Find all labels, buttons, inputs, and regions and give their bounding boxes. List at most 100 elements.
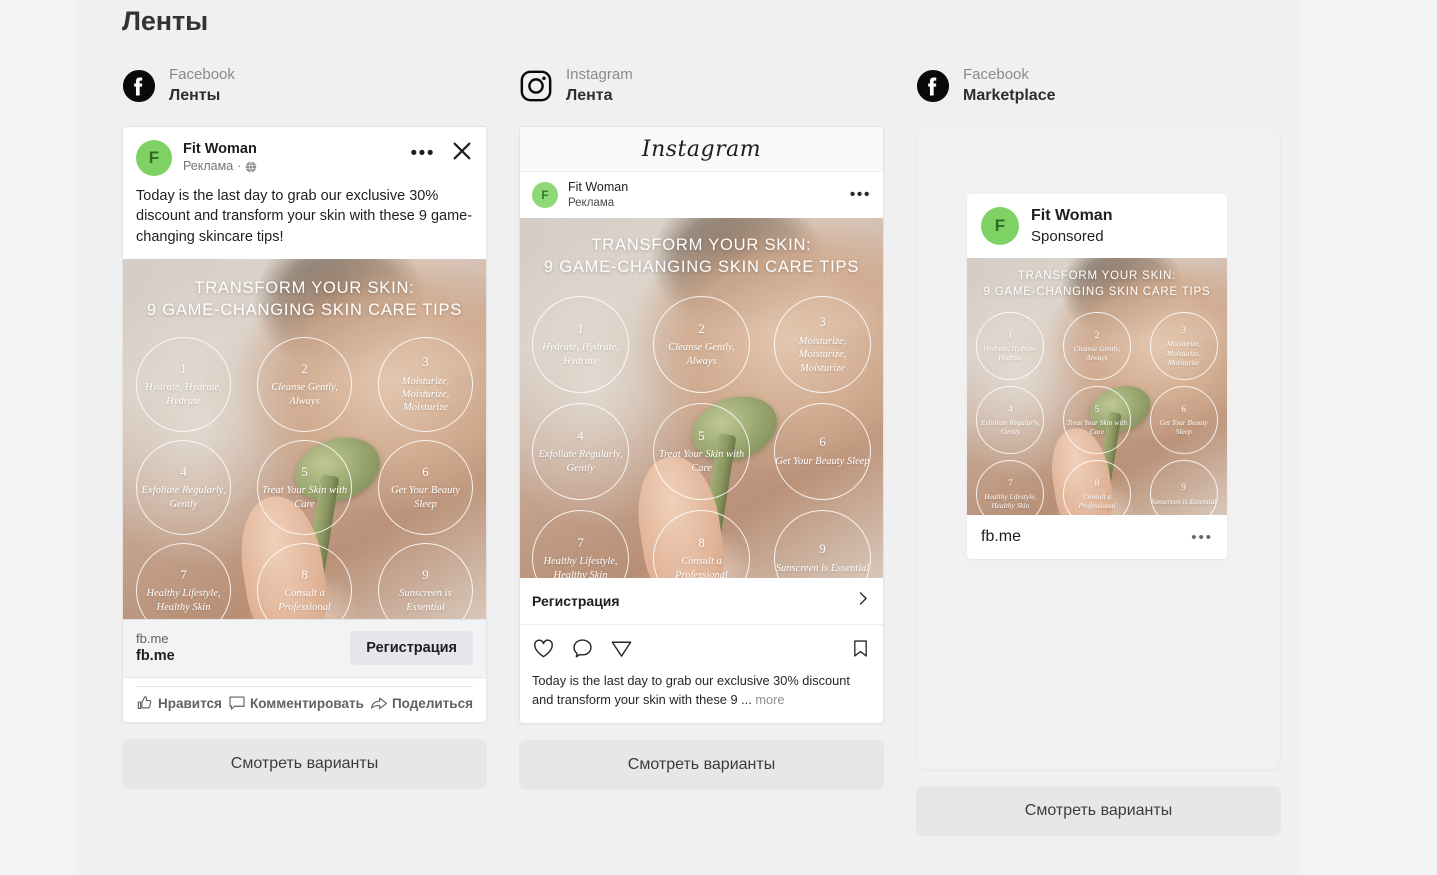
tip-number: 6 bbox=[1181, 404, 1187, 415]
ad-primary-text: Today is the last day to grab our exclus… bbox=[136, 188, 473, 245]
tip-number: 6 bbox=[422, 463, 429, 479]
bookmark-icon[interactable] bbox=[850, 638, 871, 664]
creative-title-line1: TRANSFORM YOUR SKIN: bbox=[194, 278, 415, 297]
preview-content: Ленты Facebook Ленты F Fit Woman Реклама… bbox=[76, 0, 1301, 875]
tip-number: 3 bbox=[1181, 326, 1187, 337]
tip-text: Sunscreen is Essential bbox=[399, 588, 452, 613]
tip-text: Treat Your Skin with Care bbox=[658, 449, 745, 474]
tip-number: 8 bbox=[698, 534, 705, 550]
ad-link-bar: fb.me fb.me Регистрация bbox=[123, 618, 486, 678]
share-paper-plane-icon[interactable] bbox=[610, 637, 633, 665]
see-variants-button-facebook-marketplace[interactable]: Смотреть варианты bbox=[916, 786, 1281, 836]
tip-text: Moisturize, Moisturize, Moisturize bbox=[401, 375, 450, 414]
tip-text: Hydrate, Hydrate, Hydrate bbox=[145, 382, 222, 407]
advertiser-name: Fit Woman bbox=[1031, 207, 1113, 224]
tip-number: 9 bbox=[819, 541, 826, 557]
tip-text: Hydrate, Hydrate, Hydrate bbox=[983, 343, 1038, 363]
advertiser-name: Fit Woman bbox=[568, 180, 629, 194]
tip-number: 2 bbox=[1094, 330, 1100, 341]
chevron-right-icon[interactable] bbox=[854, 590, 871, 612]
creative-title-line2: 9 GAME-CHANGING SKIN CARE TIPS bbox=[983, 285, 1211, 298]
share-arrow-icon bbox=[371, 697, 387, 710]
tip-number: 2 bbox=[301, 360, 308, 376]
marketplace-ad-card: F Fit Woman Sponsored TRANSFORM YOUR SKI… bbox=[967, 194, 1227, 560]
like-button[interactable]: Нравится bbox=[136, 694, 222, 712]
instagram-feed-ad-card: Instagram F Fit Woman Реклама ••• TRANSF… bbox=[519, 126, 884, 725]
tip-number: 3 bbox=[819, 314, 826, 330]
tip-number: 5 bbox=[301, 463, 308, 479]
tip-text: Hydrate, Hydrate, Hydrate bbox=[542, 342, 619, 367]
instagram-icon bbox=[519, 69, 553, 103]
close-icon[interactable] bbox=[451, 140, 473, 162]
tip-number: 9 bbox=[422, 566, 429, 582]
tip-text: Get Your Beauty Sleep bbox=[390, 485, 461, 510]
link-domain: fb.me bbox=[981, 528, 1022, 546]
tip-number: 5 bbox=[698, 427, 705, 443]
comment-label: Комментировать bbox=[250, 695, 364, 711]
tip-text: Cleanse Gently, Always bbox=[668, 342, 735, 367]
marketplace-ad-footer: fb.me ••• bbox=[967, 515, 1227, 559]
ad-creative-image[interactable]: TRANSFORM YOUR SKIN: 9 GAME-CHANGING SKI… bbox=[123, 258, 486, 619]
marketplace-preview-frame: F Fit Woman Sponsored TRANSFORM YOUR SKI… bbox=[916, 126, 1281, 770]
placement-name-label: Marketplace bbox=[963, 86, 1056, 104]
tip-text: Consult a Professional bbox=[675, 556, 728, 578]
tip-number: 7 bbox=[577, 534, 584, 550]
instagram-ad-header: F Fit Woman Реклама ••• bbox=[520, 172, 883, 218]
comment-bubble-icon[interactable] bbox=[571, 637, 594, 665]
thumbs-up-icon bbox=[137, 696, 152, 709]
see-variants-button-instagram-feed[interactable]: Смотреть варианты bbox=[519, 740, 884, 791]
tip-number: 7 bbox=[180, 566, 187, 582]
cta-label: Регистрация bbox=[532, 593, 620, 609]
tip-text: Treat Your Skin with Care bbox=[1066, 417, 1127, 437]
tip-number: 9 bbox=[1181, 483, 1187, 494]
tip-number: 2 bbox=[698, 320, 705, 336]
placement-name-label: Лента bbox=[566, 86, 613, 104]
more-options-icon[interactable]: ••• bbox=[1191, 529, 1213, 546]
comment-button[interactable]: Комментировать bbox=[228, 694, 364, 712]
cta-button[interactable]: Регистрация bbox=[350, 631, 473, 666]
tip-text: Moisturize, Moisturize, Moisturize bbox=[1166, 339, 1201, 368]
avatar: F bbox=[532, 182, 558, 208]
tip-number: 1 bbox=[1007, 330, 1013, 341]
caption-text: Today is the last day to grab our exclus… bbox=[532, 673, 850, 708]
placement-header-instagram-feed: Instagram Лента bbox=[519, 60, 884, 112]
divider bbox=[136, 686, 473, 687]
tip-text: Cleanse Gently, Always bbox=[1073, 343, 1121, 363]
share-button[interactable]: Поделиться bbox=[370, 694, 473, 712]
instagram-cta-row[interactable]: Регистрация bbox=[520, 578, 883, 625]
avatar: F bbox=[981, 207, 1019, 246]
creative-title-line1: TRANSFORM YOUR SKIN: bbox=[591, 236, 812, 254]
more-link[interactable]: more bbox=[755, 692, 784, 707]
tip-text: Healthy Lifestyle, Healthy Skin bbox=[543, 556, 618, 578]
placement-header-facebook-feed: Facebook Ленты bbox=[122, 60, 487, 112]
tip-number: 1 bbox=[180, 360, 187, 376]
tip-text: Sunscreen is Essential bbox=[1150, 496, 1217, 506]
tip-number: 3 bbox=[422, 353, 429, 369]
tip-text: Get Your Beauty Sleep bbox=[1159, 417, 1208, 437]
left-rail bbox=[0, 0, 76, 875]
placement-column-facebook-feed: Facebook Ленты F Fit Woman Реклама · •••… bbox=[122, 60, 487, 789]
more-options-icon[interactable]: ••• bbox=[405, 140, 441, 167]
instagram-caption: Today is the last day to grab our exclus… bbox=[520, 669, 883, 723]
tip-number: 8 bbox=[1094, 478, 1100, 489]
link-domain: fb.me bbox=[136, 630, 169, 646]
placement-platform-label: Facebook bbox=[169, 66, 235, 84]
placement-column-facebook-marketplace: Facebook Marketplace F Fit Woman Sponsor… bbox=[916, 60, 1281, 836]
tip-text: Healthy Lifestyle, Healthy Skin bbox=[984, 491, 1037, 511]
more-options-icon[interactable]: ••• bbox=[850, 186, 871, 204]
see-variants-button-facebook-feed[interactable]: Смотреть варианты bbox=[122, 739, 487, 789]
tip-text: Exfoliate Regularly, Gently bbox=[141, 485, 226, 510]
tip-number: 4 bbox=[1007, 404, 1013, 415]
tip-number: 1 bbox=[577, 320, 584, 336]
facebook-ad-header: F Fit Woman Реклама · ••• bbox=[123, 127, 486, 180]
heart-icon[interactable] bbox=[532, 637, 555, 665]
sponsored-label: Реклама bbox=[568, 196, 615, 209]
tip-number: 4 bbox=[577, 427, 584, 443]
ad-creative-image[interactable]: TRANSFORM YOUR SKIN: 9 GAME-CHANGING SKI… bbox=[520, 218, 883, 578]
tip-number: 7 bbox=[1007, 478, 1013, 489]
ad-creative-image[interactable]: TRANSFORM YOUR SKIN: 9 GAME-CHANGING SKI… bbox=[967, 258, 1227, 516]
comment-icon bbox=[229, 696, 245, 710]
link-headline: fb.me bbox=[136, 648, 175, 665]
placement-column-instagram-feed: Instagram Лента Instagram F Fit Woman Ре… bbox=[519, 60, 884, 791]
share-label: Поделиться bbox=[391, 695, 473, 711]
